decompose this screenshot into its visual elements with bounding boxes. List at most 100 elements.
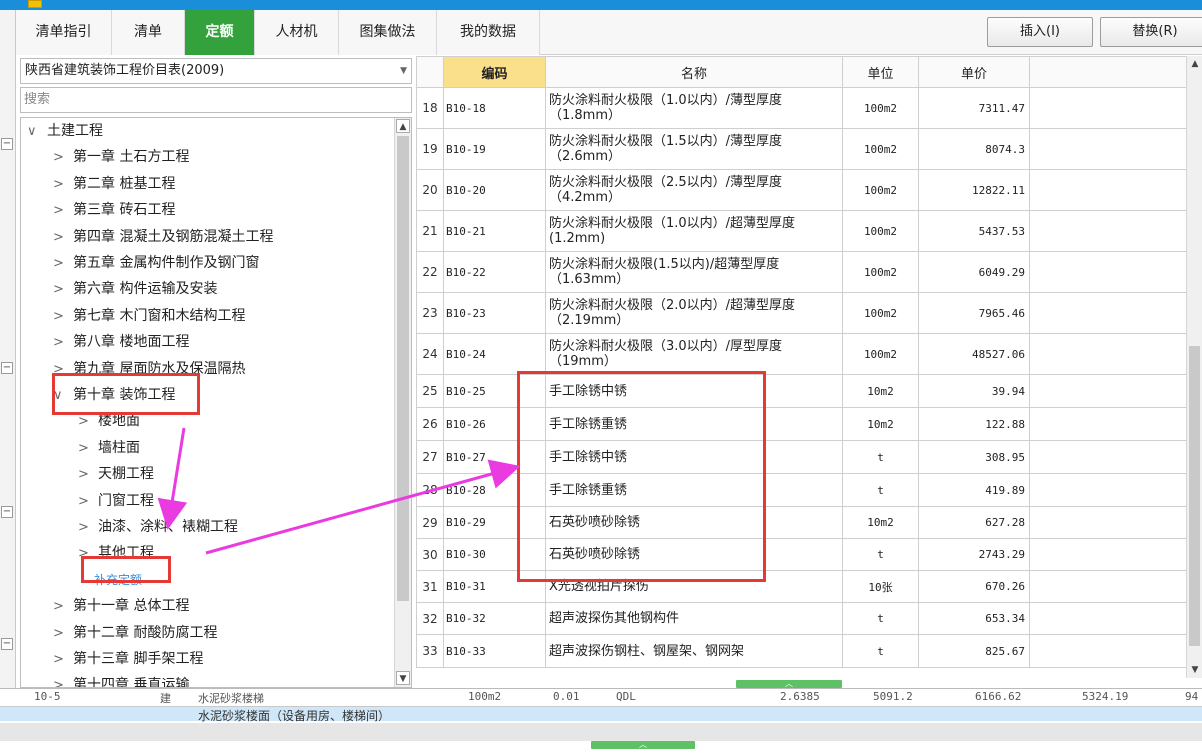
tab-quota[interactable]: 定额 — [185, 10, 255, 55]
tree-scroll-thumb[interactable] — [397, 136, 409, 601]
blank-cell — [1029, 292, 1187, 334]
table-row[interactable]: 24 B10-24 防火涂料耐火极限（3.0以内）/厚型厚度（19mm） 100m2 4… — [416, 333, 1187, 375]
chevron-right-icon[interactable]: > — [53, 622, 73, 646]
quota-name: 防火涂料耐火极限（3.0以内）/厚型厚度（19mm） — [545, 333, 843, 375]
table-row[interactable]: 32 B10-32 超声波探伤其他钢构件 t 653.34 — [416, 602, 1187, 635]
tree-item[interactable]: ∨ 土建工程 — [27, 119, 103, 143]
tab-bill[interactable]: 清单 — [112, 10, 185, 55]
highlight-box-supplement — [81, 556, 171, 583]
chevron-right-icon[interactable]: > — [53, 595, 73, 619]
chevron-right-icon[interactable]: > — [53, 226, 73, 250]
blank-cell — [1029, 602, 1187, 635]
tree-item[interactable]: > 第三章 砖石工程 — [53, 198, 175, 222]
tree-item[interactable]: > 第六章 构件运输及安装 — [53, 277, 217, 301]
table-row[interactable]: 10-5 建 水泥砂浆楼梯 100m2 0.01 QDL 2.6385 5091… — [0, 689, 1202, 707]
table-row[interactable]: 18 B10-18 防火涂料耐火极限（1.0以内）/薄型厚度（1.8mm） 100m2… — [416, 87, 1187, 129]
tree-item[interactable]: > 第一章 土石方工程 — [53, 145, 189, 169]
splitter-handle[interactable]: ︿ — [736, 680, 842, 688]
chevron-right-icon[interactable]: > — [53, 674, 73, 687]
tree-item[interactable]: > 第十二章 耐酸防腐工程 — [53, 621, 217, 645]
chevron-right-icon[interactable]: > — [53, 331, 73, 355]
tree-item[interactable]: > 第五章 金属构件制作及钢门窗 — [53, 251, 259, 275]
table-row[interactable]: 33 B10-33 超声波探伤钢柱、钢屋架、钢网架 t 825.67 — [416, 634, 1187, 668]
chevron-right-icon[interactable]: > — [53, 305, 73, 329]
chevron-right-icon[interactable]: > — [53, 199, 73, 223]
chevron-right-icon[interactable]: > — [53, 146, 73, 170]
tree-item-label: 第八章 楼地面工程 — [73, 334, 190, 351]
column-header-code[interactable]: 编码 — [443, 56, 546, 88]
table-row[interactable]: 20 B10-20 防火涂料耐火极限（2.5以内）/薄型厚度（4.2mm） 100m2… — [416, 169, 1187, 211]
quota-unit: 100m2 — [842, 251, 919, 293]
row-index: 21 — [416, 210, 444, 252]
replace-button[interactable]: 替换(R) — [1100, 17, 1202, 47]
tree-item[interactable]: > 第七章 木门窗和木结构工程 — [53, 304, 245, 328]
table-row[interactable]: 22 B10-22 防火涂料耐火极限(1.5以内)/超薄型厚度（1.63mm） 100… — [416, 251, 1187, 293]
table-row[interactable]: 水泥砂浆楼面（设备用房、楼梯间） — [0, 707, 1202, 723]
insert-button[interactable]: 插入(I) — [987, 17, 1093, 47]
catalog-select-value: 陕西省建筑装饰工程价目表(2009) — [25, 63, 225, 78]
tree-item[interactable]: > 第八章 楼地面工程 — [53, 330, 189, 354]
row-index: 20 — [416, 169, 444, 211]
chevron-right-icon[interactable]: > — [53, 648, 73, 672]
collapse-icon[interactable]: − — [1, 638, 13, 650]
table-row[interactable]: 23 B10-23 防火涂料耐火极限（2.0以内）/超薄型厚度（2.19mm） 100… — [416, 292, 1187, 334]
tab-list-guide[interactable]: 清单指引 — [16, 10, 112, 55]
tree-item[interactable]: > 墙柱面 — [78, 436, 140, 460]
horizontal-scrollbar[interactable] — [0, 723, 1202, 741]
chevron-right-icon[interactable]: > — [53, 278, 73, 302]
tab-labor-material-machine[interactable]: 人材机 — [255, 10, 339, 55]
tree-item[interactable]: > 油漆、涂料、裱糊工程 — [78, 515, 238, 539]
quota-unit: 100m2 — [842, 87, 919, 129]
collapse-icon[interactable]: − — [1, 362, 13, 374]
tree-scrollbar[interactable]: ▲ ▼ — [394, 118, 411, 687]
quota-price: 308.95 — [918, 440, 1030, 474]
tree-item[interactable]: > 天棚工程 — [78, 462, 154, 486]
quota-code: B10-22 — [443, 251, 546, 293]
row-index: 28 — [416, 473, 444, 507]
row-index: 29 — [416, 506, 444, 539]
tree-item[interactable]: > 门窗工程 — [78, 489, 154, 513]
sheet-cell-amount: 2.6385 — [780, 690, 820, 703]
tab-atlas-method[interactable]: 图集做法 — [339, 10, 437, 55]
tab-my-data[interactable]: 我的数据 — [437, 10, 540, 55]
search-input[interactable]: 搜索 — [20, 87, 412, 113]
tree-item[interactable]: > 第十四章 垂直运输 — [53, 673, 189, 687]
table-scrollbar[interactable]: ▲ ▼ — [1186, 56, 1202, 678]
scroll-down-icon[interactable]: ▼ — [1189, 664, 1201, 676]
sheet-cell-code: 10-5 — [34, 690, 61, 703]
chevron-right-icon[interactable]: > — [78, 516, 98, 540]
chevron-right-icon[interactable]: > — [78, 463, 98, 487]
scroll-down-icon[interactable]: ▼ — [396, 671, 410, 685]
chevron-right-icon[interactable]: > — [53, 173, 73, 197]
chevron-down-icon[interactable]: ∨ — [27, 120, 47, 144]
column-header-name[interactable]: 名称 — [545, 56, 843, 88]
quota-name: 防火涂料耐火极限（2.5以内）/薄型厚度（4.2mm） — [545, 169, 843, 211]
tab-bar: 清单指引 清单 定额 人材机 图集做法 我的数据 插入(I) 替换(R) — [16, 10, 1202, 55]
chevron-right-icon[interactable]: > — [78, 490, 98, 514]
chevron-down-icon[interactable]: ▼ — [400, 59, 407, 83]
collapse-icon[interactable]: − — [1, 138, 13, 150]
scroll-up-icon[interactable]: ▲ — [1189, 58, 1201, 70]
blank-cell — [1029, 210, 1187, 252]
catalog-select[interactable]: 陕西省建筑装饰工程价目表(2009) ▼ — [20, 58, 412, 84]
sheet-cell-value: 5324.19 — [1082, 690, 1129, 703]
splitter-handle[interactable]: ︿ — [591, 741, 695, 749]
sheet-cell-unit: 100m2 — [468, 690, 502, 703]
column-header-price[interactable]: 单价 — [918, 56, 1030, 88]
chevron-right-icon[interactable]: > — [78, 437, 98, 461]
table-scroll-thumb[interactable] — [1189, 346, 1200, 646]
collapse-icon[interactable]: − — [1, 506, 13, 518]
table-row[interactable]: 19 B10-19 防火涂料耐火极限（1.5以内）/薄型厚度（2.6mm） 100m2… — [416, 128, 1187, 170]
column-header-unit[interactable]: 单位 — [842, 56, 919, 88]
quota-unit: 10m2 — [842, 374, 919, 408]
scroll-up-icon[interactable]: ▲ — [396, 119, 410, 133]
chevron-right-icon[interactable]: > — [53, 252, 73, 276]
tree-item[interactable]: > 第十一章 总体工程 — [53, 594, 189, 618]
tree-item[interactable]: > 第四章 混凝土及钢筋混凝土工程 — [53, 225, 273, 249]
tree-item[interactable]: > 第二章 桩基工程 — [53, 172, 175, 196]
table-row[interactable]: 21 B10-21 防火涂料耐火极限（1.0以内）/超薄型厚度(1.2mm) 100m… — [416, 210, 1187, 252]
sheet-cell-qty: 0.01 — [553, 690, 580, 703]
tree-item[interactable]: > 第十三章 脚手架工程 — [53, 647, 203, 671]
quota-price: 122.88 — [918, 407, 1030, 441]
blank-cell — [1029, 169, 1187, 211]
